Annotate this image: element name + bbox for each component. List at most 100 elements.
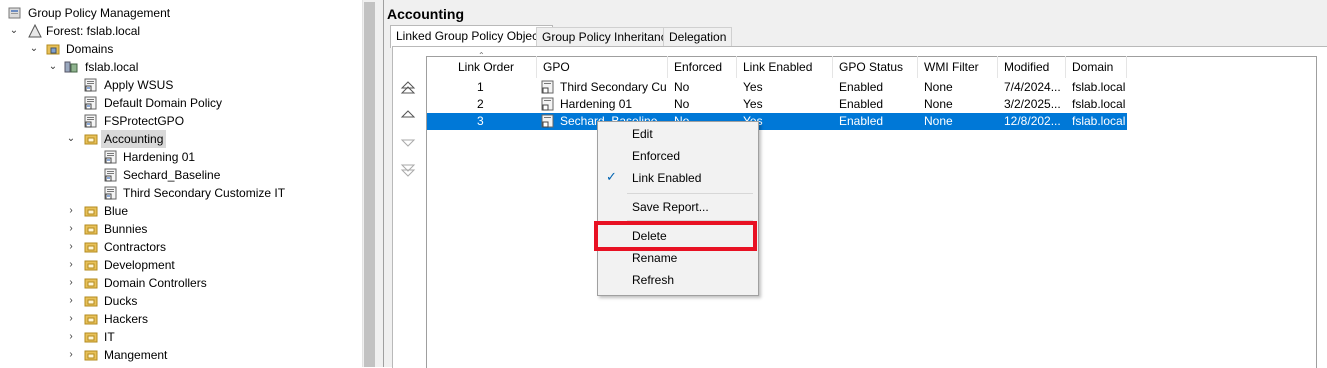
tree-domains-label: Domains bbox=[66, 42, 114, 56]
table-cell: fslab.local bbox=[1072, 80, 1125, 94]
table-cell: 2 bbox=[477, 97, 484, 111]
menu-item-save-report[interactable]: Save Report... bbox=[632, 197, 709, 217]
tree-ou-item[interactable]: › Domain Controllers bbox=[0, 274, 360, 292]
tree-ou-item[interactable]: › Blue bbox=[0, 202, 360, 220]
table-cell: None bbox=[924, 114, 953, 128]
tree-domain-label: fslab.local bbox=[85, 60, 139, 74]
tree-forest-label: Forest: fslab.local bbox=[46, 24, 141, 38]
table-cell: 1 bbox=[477, 80, 484, 94]
column-header[interactable]: Enforced bbox=[668, 56, 737, 78]
tree-domains[interactable]: ⌄ Domains bbox=[0, 40, 360, 58]
tree-ou-item[interactable]: › Hackers bbox=[0, 310, 360, 328]
menu-separator bbox=[627, 193, 753, 194]
column-header[interactable]: GPO bbox=[537, 56, 668, 78]
gpo-icon bbox=[541, 97, 555, 111]
tab-delegation[interactable]: Delegation bbox=[663, 27, 733, 47]
column-header[interactable]: Domain bbox=[1066, 56, 1127, 78]
forest-icon bbox=[28, 23, 42, 38]
chevron-down-icon[interactable]: ⌄ bbox=[9, 22, 19, 40]
tree-item-label: Hackers bbox=[104, 312, 149, 326]
tree-ou-item[interactable]: › Contractors bbox=[0, 238, 360, 256]
tree-gpo-link-item[interactable]: Hardening 01 bbox=[0, 148, 360, 166]
tree-root[interactable]: Group Policy Management bbox=[0, 4, 360, 22]
tree-ou-item[interactable]: › IT bbox=[0, 328, 360, 346]
chevron-right-icon[interactable]: › bbox=[66, 310, 76, 328]
chevron-right-icon[interactable]: › bbox=[66, 274, 76, 292]
move-down-icon[interactable] bbox=[400, 134, 416, 150]
chevron-right-icon[interactable]: › bbox=[66, 256, 76, 274]
tree-gpo-link-item[interactable]: Default Domain Policy bbox=[0, 94, 360, 112]
chevron-right-icon[interactable]: › bbox=[66, 328, 76, 346]
chevron-down-icon[interactable]: ⌄ bbox=[29, 40, 39, 58]
chevron-right-icon[interactable]: › bbox=[66, 238, 76, 256]
tree-item-label: Development bbox=[104, 258, 175, 272]
sort-ascending-icon: ⌃ bbox=[478, 51, 485, 60]
tree-ou-item[interactable]: › Mangement bbox=[0, 346, 360, 364]
gpo-link-icon bbox=[104, 168, 118, 182]
tree-gpo-link-item[interactable]: Third Secondary Customize IT bbox=[0, 184, 360, 202]
tree-gpo-link-item[interactable]: Sechard_Baseline bbox=[0, 166, 360, 184]
table-cell: No bbox=[674, 80, 690, 94]
page-title: Accounting bbox=[387, 6, 464, 22]
column-header[interactable]: GPO Status bbox=[833, 56, 918, 78]
chevron-right-icon[interactable]: › bbox=[66, 346, 76, 364]
ou-folder-icon bbox=[84, 294, 98, 308]
tree-ou-item[interactable]: › Bunnies bbox=[0, 220, 360, 238]
move-bottom-icon[interactable] bbox=[400, 162, 416, 178]
tab-linked-gpos[interactable]: Linked Group Policy Objects bbox=[390, 25, 554, 48]
tree-item-label: Bunnies bbox=[104, 222, 148, 236]
tree-gpo-link-item[interactable]: FSProtectGPO bbox=[0, 112, 360, 130]
column-header[interactable]: Link Enabled bbox=[737, 56, 833, 78]
chevron-right-icon[interactable]: › bbox=[66, 220, 76, 238]
tree-item-label: IT bbox=[104, 330, 115, 344]
table-cell: Third Secondary Cu... bbox=[560, 80, 666, 94]
tree-ou-item[interactable]: › Ducks bbox=[0, 292, 360, 310]
tree-item-label: Default Domain Policy bbox=[104, 96, 223, 110]
tree-item-label: Apply WSUS bbox=[104, 78, 174, 92]
column-header[interactable]: Modified bbox=[998, 56, 1066, 78]
table-cell: Enabled bbox=[839, 114, 884, 128]
table-cell: fslab.local bbox=[1072, 97, 1125, 111]
tree-item-label: Domain Controllers bbox=[104, 276, 207, 290]
tree-scrollbar-thumb[interactable] bbox=[364, 2, 375, 367]
ou-folder-icon bbox=[84, 204, 98, 218]
chevron-down-icon[interactable]: ⌄ bbox=[66, 130, 76, 148]
tree-ou-item[interactable]: › Development bbox=[0, 256, 360, 274]
move-up-icon[interactable] bbox=[400, 107, 416, 123]
chevron-down-icon[interactable]: ⌄ bbox=[48, 58, 58, 76]
domains-folder-icon bbox=[46, 42, 60, 56]
menu-item-edit[interactable]: Edit bbox=[632, 124, 653, 144]
table-cell: 3/2/2025... bbox=[1004, 97, 1061, 111]
domain-icon bbox=[64, 60, 78, 74]
gpo-link-icon bbox=[104, 150, 118, 164]
menu-item-rename[interactable]: Rename bbox=[632, 248, 677, 268]
menu-item-refresh[interactable]: Refresh bbox=[632, 270, 674, 290]
table-cell: Enabled bbox=[839, 97, 884, 111]
gpo-icon bbox=[541, 80, 555, 94]
tree-ou-item[interactable]: ⌄ Accounting bbox=[0, 130, 360, 148]
tree-item-label: Blue bbox=[104, 204, 129, 218]
move-top-icon[interactable] bbox=[400, 80, 416, 96]
menu-item-enforced[interactable]: Enforced bbox=[632, 146, 680, 166]
gpo-link-icon bbox=[84, 114, 98, 128]
tab-inheritance[interactable]: Group Policy Inheritance bbox=[536, 27, 680, 47]
gpm-tree: Group Policy Management ⌄ Forest: fslab.… bbox=[0, 0, 362, 367]
menu-item-link-enabled[interactable]: Link Enabled bbox=[632, 168, 701, 188]
tree-item-label: Mangement bbox=[104, 348, 168, 362]
tree-item-label: Hardening 01 bbox=[123, 150, 196, 164]
column-header[interactable]: WMI Filter bbox=[918, 56, 998, 78]
tree-item-label: Contractors bbox=[104, 240, 167, 254]
ou-folder-icon bbox=[84, 222, 98, 236]
ou-folder-icon bbox=[84, 276, 98, 290]
ou-folder-icon bbox=[84, 132, 98, 146]
gpo-link-icon bbox=[84, 78, 98, 92]
table-cell: Hardening 01 bbox=[560, 97, 633, 111]
gpo-icon bbox=[541, 114, 555, 128]
chevron-right-icon[interactable]: › bbox=[66, 292, 76, 310]
tree-item-label: FSProtectGPO bbox=[104, 114, 185, 128]
tree-domain[interactable]: ⌄ fslab.local bbox=[0, 58, 360, 76]
table-cell: 3 bbox=[477, 114, 484, 128]
chevron-right-icon[interactable]: › bbox=[66, 202, 76, 220]
tree-gpo-link-item[interactable]: Apply WSUS bbox=[0, 76, 360, 94]
tree-forest[interactable]: ⌄ Forest: fslab.local bbox=[0, 22, 360, 40]
